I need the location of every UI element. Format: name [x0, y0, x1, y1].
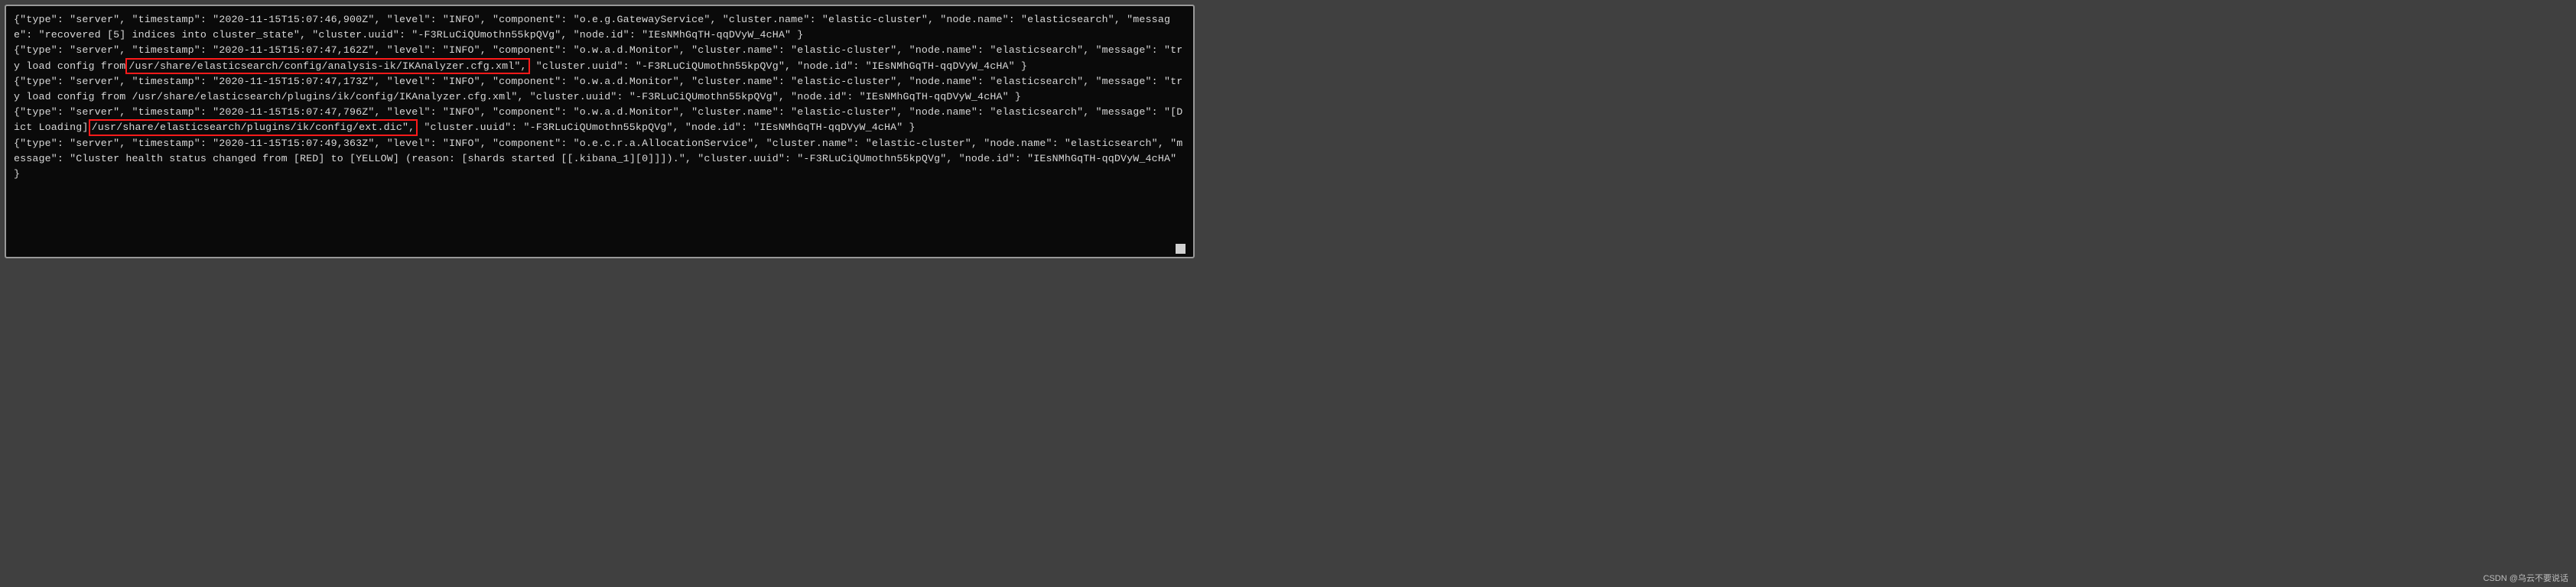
- watermark-text: CSDN @乌云不要说话: [2483, 572, 2568, 584]
- highlighted-path-analyzer-cfg: /usr/share/elasticsearch/config/analysis…: [125, 58, 529, 74]
- log-entry: {"type": "server", "timestamp": "2020-11…: [14, 14, 1170, 41]
- log-entry: {"type": "server", "timestamp": "2020-11…: [14, 76, 1182, 102]
- scrollbar-thumb[interactable]: [1176, 244, 1186, 254]
- log-entry-suffix: "cluster.uuid": "-F3RLuCiQUmothn55kpQVg"…: [418, 122, 915, 133]
- terminal-output[interactable]: {"type": "server", "timestamp": "2020-11…: [5, 5, 1195, 258]
- log-content: {"type": "server", "timestamp": "2020-11…: [14, 12, 1186, 182]
- log-entry: {"type": "server", "timestamp": "2020-11…: [14, 138, 1182, 180]
- highlighted-path-ext-dic: /usr/share/elasticsearch/plugins/ik/conf…: [89, 119, 418, 135]
- log-entry-suffix: "cluster.uuid": "-F3RLuCiQUmothn55kpQVg"…: [530, 60, 1027, 72]
